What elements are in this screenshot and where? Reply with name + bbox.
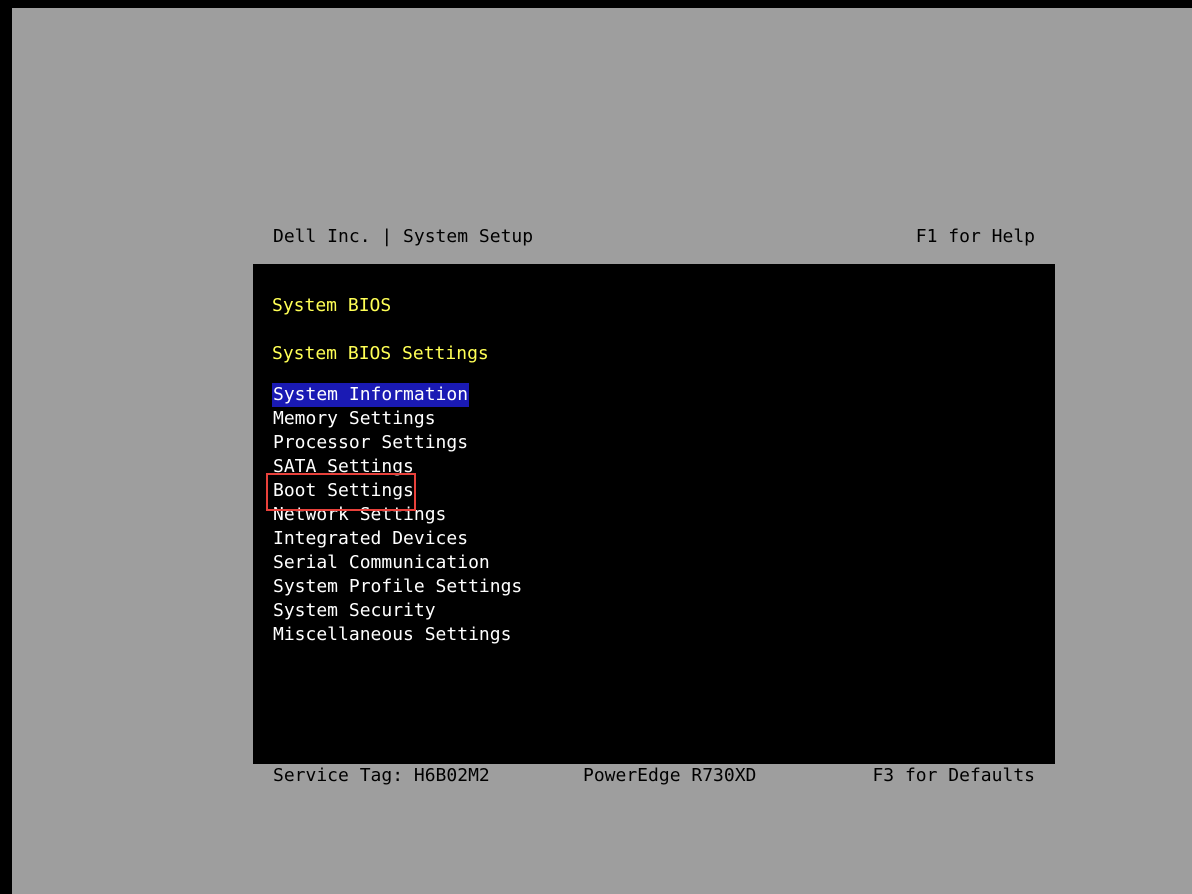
menu-item-label: Processor Settings xyxy=(273,432,469,453)
menu-item-label: System Security xyxy=(273,600,436,621)
system-model: PowerEdge R730XD xyxy=(583,765,757,786)
help-hint[interactable]: F1 for Help xyxy=(916,217,1035,257)
bios-screen: Dell Inc. | System Setup F1 for Help Sys… xyxy=(12,8,1192,894)
menu-item-sata-settings[interactable]: SATA Settings xyxy=(272,455,523,479)
defaults-hint[interactable]: F3 for Defaults xyxy=(872,764,1035,788)
bios-panel: System BIOS System BIOS Settings System … xyxy=(253,264,1055,764)
page-subheading: System BIOS Settings xyxy=(272,343,489,364)
setup-footer: Service Tag: H6B02M2 PowerEdge R730XD F3… xyxy=(273,764,1035,788)
menu-item-label: Memory Settings xyxy=(273,408,436,429)
menu-item-label: Serial Communication xyxy=(273,552,490,573)
page-heading: System BIOS xyxy=(272,295,392,316)
menu-item-integrated-devices[interactable]: Integrated Devices xyxy=(272,527,523,551)
menu-item-serial-communication[interactable]: Serial Communication xyxy=(272,551,523,575)
menu-item-label: System Information xyxy=(272,383,470,407)
menu-item-label: Integrated Devices xyxy=(273,528,469,549)
menu-item-processor-settings[interactable]: Processor Settings xyxy=(272,431,523,455)
menu-item-label: System Profile Settings xyxy=(273,576,523,597)
menu-item-miscellaneous-settings[interactable]: Miscellaneous Settings xyxy=(272,623,523,647)
setup-title: Dell Inc. | System Setup xyxy=(273,226,534,247)
menu-item-system-information[interactable]: System Information xyxy=(272,383,523,407)
menu-item-label: Boot Settings xyxy=(273,480,414,501)
bios-settings-menu: System Information Memory Settings Proce… xyxy=(272,383,523,647)
service-tag: Service Tag: H6B02M2 xyxy=(273,765,490,786)
setup-header: Dell Inc. | System Setup F1 for Help xyxy=(273,217,1035,257)
menu-item-network-settings[interactable]: Network Settings xyxy=(272,503,523,527)
menu-item-boot-settings[interactable]: Boot Settings xyxy=(272,479,523,503)
menu-item-memory-settings[interactable]: Memory Settings xyxy=(272,407,523,431)
menu-item-label: Miscellaneous Settings xyxy=(273,624,512,645)
menu-item-label: SATA Settings xyxy=(273,456,414,477)
menu-item-system-profile-settings[interactable]: System Profile Settings xyxy=(272,575,523,599)
menu-item-label: Network Settings xyxy=(273,504,447,525)
menu-item-system-security[interactable]: System Security xyxy=(272,599,523,623)
